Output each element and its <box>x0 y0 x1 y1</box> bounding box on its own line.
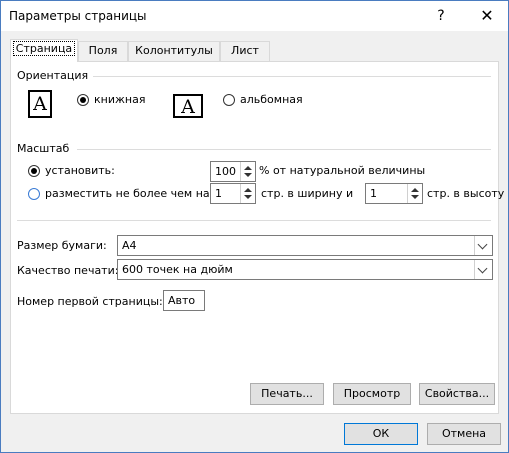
print-quality-select[interactable]: 600 точек на дюйм <box>117 259 493 280</box>
close-icon[interactable]: ✕ <box>474 5 500 27</box>
chevron-down-icon[interactable] <box>474 236 492 255</box>
print-quality-label: Качество печати: <box>17 264 119 277</box>
cancel-button[interactable]: Отмена <box>427 423 501 445</box>
landscape-label[interactable]: альбомная <box>240 93 303 106</box>
scale-percent-spinner[interactable]: 100 <box>210 161 256 182</box>
portrait-page-icon: A <box>28 90 52 118</box>
ok-button[interactable]: ОК <box>344 423 418 445</box>
fit-width-suffix: стр. в ширину и <box>261 187 354 200</box>
spin-up-icon[interactable] <box>244 166 252 170</box>
chevron-down-icon[interactable] <box>474 260 492 279</box>
orientation-divider <box>93 76 491 77</box>
fit-height-spinner[interactable]: 1 <box>365 183 423 204</box>
spin-down-icon[interactable] <box>244 195 252 199</box>
landscape-page-icon: A <box>173 94 203 118</box>
spinner-arrows[interactable] <box>240 162 255 181</box>
tab-sheet[interactable]: Лист <box>220 41 270 61</box>
spin-down-icon[interactable] <box>411 195 419 199</box>
portrait-label[interactable]: книжная <box>94 93 145 106</box>
portrait-radio[interactable] <box>77 94 89 106</box>
orientation-heading: Ориентация <box>17 69 89 82</box>
spinner-arrows[interactable] <box>240 184 255 203</box>
fit-width-spinner[interactable]: 1 <box>210 183 256 204</box>
tab-panel-page: Ориентация A книжная A альбомная Масштаб… <box>10 61 504 414</box>
scale-percent-suffix: % от натуральной величины <box>259 164 426 177</box>
scale-heading: Масштаб <box>17 142 70 155</box>
first-page-number-field[interactable]: Авто <box>163 290 205 311</box>
scale-fit-label[interactable]: разместить не более чем на: <box>45 187 213 200</box>
tab-header-footer[interactable]: Колонтитулы <box>128 41 220 61</box>
landscape-radio[interactable] <box>223 94 235 106</box>
scale-percent-value: 100 <box>215 165 236 178</box>
title-bar: Параметры страницы ? ✕ <box>1 1 508 31</box>
section-divider <box>17 220 491 221</box>
spin-up-icon[interactable] <box>411 188 419 192</box>
fit-width-value: 1 <box>215 187 222 200</box>
scale-divider <box>77 149 491 150</box>
tab-page[interactable]: Страница <box>10 39 78 62</box>
first-page-number-label: Номер первой страницы: <box>17 295 163 308</box>
spinner-arrows[interactable] <box>407 184 422 203</box>
dialog-title: Параметры страницы <box>9 9 147 23</box>
spin-down-icon[interactable] <box>244 173 252 177</box>
fit-height-suffix: стр. в высоту <box>427 187 505 200</box>
spin-up-icon[interactable] <box>244 188 252 192</box>
print-button[interactable]: Печать... <box>250 383 324 405</box>
tab-margins[interactable]: Поля <box>78 41 128 61</box>
properties-button[interactable]: Свойства... <box>419 383 495 405</box>
fit-height-value: 1 <box>370 187 377 200</box>
page-setup-dialog: Параметры страницы ? ✕ Страница Поля Кол… <box>0 0 509 453</box>
paper-size-label: Размер бумаги: <box>17 239 107 252</box>
help-icon[interactable]: ? <box>428 5 454 27</box>
scale-fit-radio[interactable] <box>28 188 40 200</box>
paper-size-value: A4 <box>122 239 137 252</box>
first-page-number-value: Авто <box>168 294 196 307</box>
scale-set-radio[interactable] <box>28 165 40 177</box>
preview-button[interactable]: Просмотр <box>333 383 411 405</box>
print-quality-value: 600 точек на дюйм <box>122 263 233 276</box>
paper-size-select[interactable]: A4 <box>117 235 493 256</box>
scale-set-label[interactable]: установить: <box>45 164 115 177</box>
